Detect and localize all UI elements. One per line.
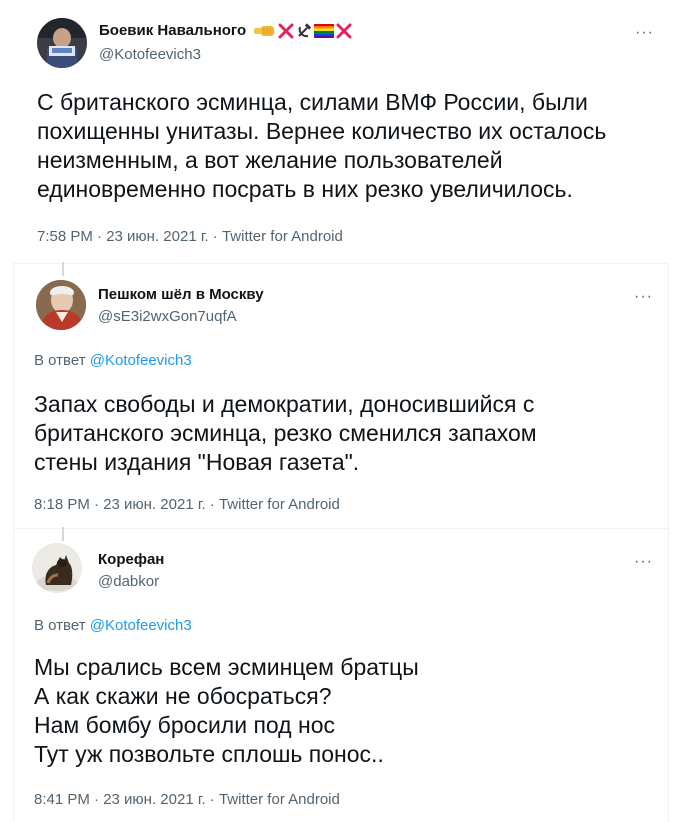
author-name[interactable]: Корефан	[98, 551, 164, 568]
author-name[interactable]: Пешком шёл в Москву	[98, 286, 264, 303]
tweet-3[interactable]: Корефан @dabkor ··· В ответ @Kotofeevich…	[13, 527, 669, 822]
red-x-icon	[278, 23, 294, 39]
thread-connector	[62, 262, 64, 276]
author-avatar[interactable]	[32, 543, 82, 593]
tweet-timestamp[interactable]: 7:58 PM · 23 июн. 2021 г. · Twitter for …	[37, 228, 343, 245]
fist-icon	[254, 26, 275, 37]
more-options-icon[interactable]: ···	[634, 554, 653, 570]
reply-mention-link[interactable]: @Kotofeevich3	[90, 617, 192, 634]
hammer-sickle-icon	[298, 23, 312, 38]
author-handle[interactable]: @Kotofeevich3	[99, 46, 201, 63]
tweet-text: С британского эсминца, силами ВМФ России…	[37, 89, 607, 202]
reply-prefix: В ответ	[34, 617, 90, 634]
reply-prefix: В ответ	[34, 352, 90, 369]
tweet-text: Запах свободы и демократии, доносившийся…	[34, 391, 537, 475]
reply-context: В ответ @Kotofeevich3	[34, 352, 192, 369]
tweet-timestamp[interactable]: 8:18 PM · 23 июн. 2021 г. · Twitter for …	[34, 496, 340, 513]
author-handle[interactable]: @sE3i2wxGon7uqfA	[98, 308, 237, 325]
thread-connector	[62, 527, 64, 541]
reply-context: В ответ @Kotofeevich3	[34, 617, 192, 634]
reply-mention-link[interactable]: @Kotofeevich3	[90, 352, 192, 369]
author-name-text: Боевик Навального	[99, 22, 247, 39]
more-options-icon[interactable]: ···	[634, 289, 653, 305]
author-name[interactable]: Боевик Навального	[99, 22, 352, 39]
tweet-2[interactable]: Пешком шёл в Москву @sE3i2wxGon7uqfA ···…	[13, 262, 669, 527]
name-emoji-row	[254, 23, 352, 39]
red-x-icon	[336, 23, 352, 39]
author-avatar[interactable]	[36, 280, 86, 330]
author-handle[interactable]: @dabkor	[98, 573, 159, 590]
rainbow-flag-icon	[314, 24, 335, 39]
more-options-icon[interactable]: ···	[635, 25, 654, 41]
tweet-1[interactable]: Боевик Навального @Kotofeevich3 ··· С бр…	[13, 0, 669, 262]
tweet-text: Мы срались всем эсминцем братцы А как ск…	[34, 654, 419, 767]
author-avatar[interactable]	[37, 18, 87, 68]
tweet-timestamp[interactable]: 8:41 PM · 23 июн. 2021 г. · Twitter for …	[34, 791, 340, 808]
